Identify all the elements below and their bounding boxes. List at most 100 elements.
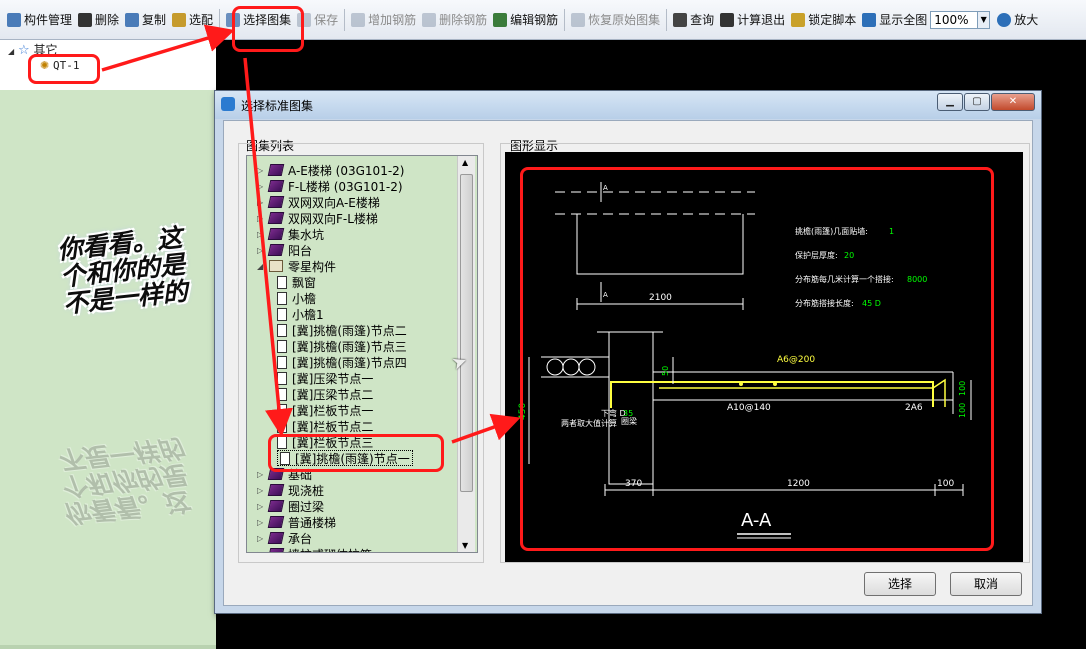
list-item[interactable]: 小檐	[277, 290, 316, 306]
document-icon	[277, 355, 287, 369]
list-item[interactable]: ▷ 双网双向F-L楼梯	[257, 210, 378, 226]
expand-arrow-icon[interactable]: ▷	[257, 182, 267, 191]
scroll-down-arrow[interactable]: ▼	[462, 541, 468, 550]
minimize-button[interactable]: ▁	[937, 93, 963, 111]
list-item[interactable]: [冀]挑檐(雨篷)节点二	[277, 322, 407, 338]
toolbar-separator	[666, 8, 668, 31]
app-icon	[221, 97, 235, 111]
book-icon	[267, 212, 285, 224]
document-icon	[277, 307, 287, 321]
list-item-label: F-L楼梯 (03G101-2)	[288, 179, 403, 194]
toolbar-btn-label: 增加钢筋	[368, 13, 417, 27]
book-icon	[267, 180, 285, 192]
collapse-arrow-icon[interactable]: ◢	[8, 47, 14, 56]
scroll-up-arrow[interactable]: ▲	[462, 158, 468, 167]
list-item-label: 小檐1	[292, 307, 324, 322]
cancel-button[interactable]: 取消	[950, 572, 1022, 596]
zoom-combo[interactable]: 100%	[930, 10, 979, 29]
list-item[interactable]: ▷ 圈过梁	[257, 498, 324, 514]
toolbar-btn-label: 恢复原始图集	[588, 13, 661, 27]
binoculars-icon	[673, 12, 688, 27]
list-item-label: [冀]栏板节点一	[292, 403, 374, 418]
annotation-box-qt1	[28, 54, 100, 84]
toolbar-btn-label: 锁定脚本	[808, 13, 857, 27]
toolbar-btn-12[interactable]: 锁定脚本	[788, 8, 859, 32]
dialog-title: 选择标准图集	[241, 99, 314, 113]
list-item[interactable]: ▷ 双网双向A-E楼梯	[257, 194, 380, 210]
list-item[interactable]: [冀]挑檐(雨篷)节点三	[277, 338, 407, 354]
list-item[interactable]: [冀]压梁节点一	[277, 370, 373, 386]
add-rebar-icon	[351, 12, 366, 27]
list-item[interactable]: [冀]栏板节点一	[277, 402, 373, 418]
list-item[interactable]: [冀]栏板节点二	[277, 418, 373, 434]
list-item-label: [冀]挑檐(雨篷)节点三	[292, 339, 407, 354]
maximize-button[interactable]: ▢	[964, 93, 990, 111]
zoom-all-icon	[862, 12, 877, 27]
toolbar-btn-6[interactable]: 增加钢筋	[348, 8, 419, 32]
list-item[interactable]: ▷ F-L楼梯 (03G101-2)	[257, 178, 403, 194]
list-item[interactable]: ▷ 承台	[257, 530, 312, 546]
book-icon	[267, 196, 285, 208]
select-button[interactable]: 选择	[864, 572, 936, 596]
list-item-label: [冀]栏板节点二	[292, 419, 374, 434]
toolbar-btn-9[interactable]: 恢复原始图集	[568, 8, 663, 32]
list-item[interactable]: ◢ 零星构件	[257, 258, 336, 274]
toolbar-btn-label: 选配	[189, 13, 214, 27]
toolbar-btn-1[interactable]: 删除	[75, 8, 122, 32]
expand-arrow-icon[interactable]: ▷	[257, 214, 267, 223]
scroll-thumb[interactable]	[460, 174, 473, 492]
list-item[interactable]: 飘窗	[277, 274, 316, 290]
toolbar-btn-label: 查询	[690, 13, 715, 27]
paste-icon	[172, 12, 187, 27]
expand-arrow-icon[interactable]: ▷	[257, 166, 267, 175]
expand-arrow-icon[interactable]: ▷	[257, 198, 267, 207]
component-manage-icon	[7, 12, 21, 27]
book-icon	[267, 228, 285, 240]
zoom-dropdown-icon[interactable]: ▼	[978, 10, 991, 29]
expand-arrow-icon[interactable]: ▷	[257, 550, 267, 553]
toolbar-btn-0[interactable]: 构件管理	[4, 8, 75, 32]
list-item-label: A-E楼梯 (03G101-2)	[288, 163, 405, 178]
list-item[interactable]: ▷ 集水坑	[257, 226, 324, 242]
list-item-label: [冀]压梁节点一	[292, 371, 374, 386]
list-item[interactable]: 小檐1	[277, 306, 324, 322]
list-item-label: 零星构件	[288, 259, 337, 274]
toolbar-btn-3[interactable]: 选配	[169, 8, 216, 32]
annotation-box-toolbar	[232, 6, 304, 52]
expand-arrow-icon[interactable]: ▷	[257, 470, 267, 479]
list-item[interactable]: ▷ 现浇桩	[257, 482, 324, 498]
expand-arrow-icon[interactable]: ▷	[257, 230, 267, 239]
zoom-in-label: 放大	[1014, 13, 1039, 27]
collapse-arrow-icon[interactable]: ◢	[257, 262, 267, 271]
document-icon	[277, 403, 287, 417]
open-book-icon	[269, 260, 283, 272]
zoom-in-button[interactable]: 放大	[994, 8, 1041, 32]
toolbar-btn-13[interactable]: 显示全图	[859, 8, 930, 32]
list-item[interactable]: [冀]压梁节点二	[277, 386, 373, 402]
expand-arrow-icon[interactable]: ▷	[257, 502, 267, 511]
book-icon	[267, 532, 285, 544]
list-item[interactable]: ▷ 普通楼梯	[257, 514, 336, 530]
list-item[interactable]: [冀]挑檐(雨篷)节点四	[277, 354, 407, 370]
toolbar-btn-10[interactable]: 查询	[670, 8, 717, 32]
list-item[interactable]: ▷ 阳台	[257, 242, 312, 258]
atlas-list[interactable]: ▷ A-E楼梯 (03G101-2) ▷ F-L楼梯 (03G101-2) ▷ 双网双向A…	[246, 155, 478, 553]
toolbar-btn-11[interactable]: 计算退出	[717, 8, 788, 32]
list-item[interactable]: ▷ 墙柱或砌体拉筋	[257, 546, 372, 553]
main-toolbar: 构件管理 删除 复制 选配 选择图集 保存 增加钢筋 删除钢筋 编辑钢筋 恢复原始图集 查询 计算退出…	[0, 0, 1086, 40]
expand-arrow-icon[interactable]: ▷	[257, 534, 267, 543]
toolbar-btn-8[interactable]: 编辑钢筋	[490, 8, 561, 32]
expand-arrow-icon[interactable]: ▷	[257, 486, 267, 495]
list-item-label: 阳台	[288, 243, 313, 258]
document-icon	[277, 323, 287, 337]
expand-arrow-icon[interactable]: ▷	[257, 246, 267, 255]
toolbar-btn-7[interactable]: 删除钢筋	[419, 8, 490, 32]
toolbar-btn-2[interactable]: 复制	[122, 8, 169, 32]
document-icon	[277, 419, 287, 433]
copy-icon	[125, 12, 140, 27]
list-item-label: 普通楼梯	[288, 515, 337, 530]
list-item[interactable]: ▷ A-E楼梯 (03G101-2)	[257, 162, 404, 178]
expand-arrow-icon[interactable]: ▷	[257, 518, 267, 527]
dialog-titlebar[interactable]: 选择标准图集 ▁ ▢ ✕	[215, 91, 1041, 119]
close-button[interactable]: ✕	[991, 93, 1035, 111]
